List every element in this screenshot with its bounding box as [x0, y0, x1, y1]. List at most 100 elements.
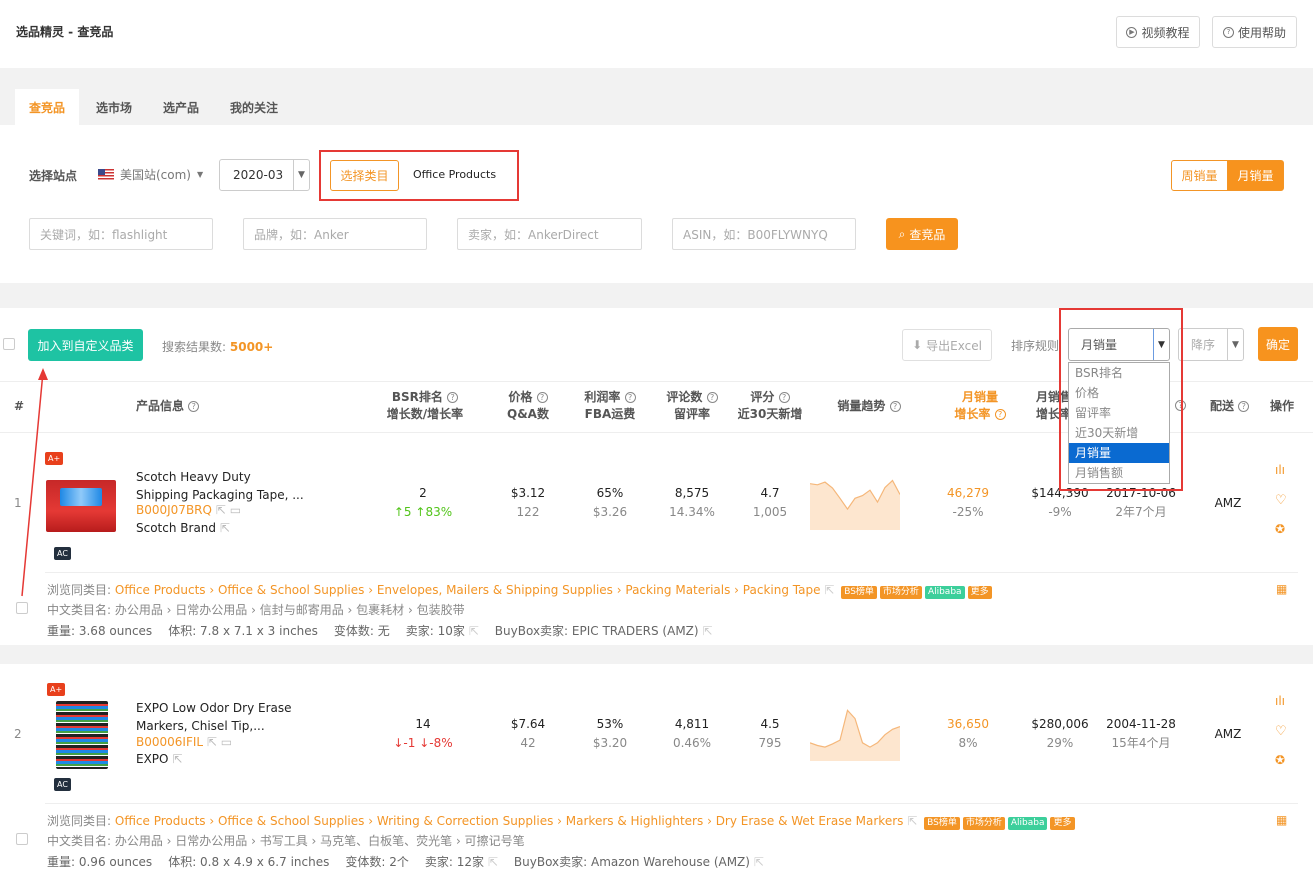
sort-option[interactable]: 月销售额 [1069, 463, 1169, 483]
external-link-icon[interactable]: ⇱ [754, 855, 764, 869]
col-rating: 评分 ? 近30天新增 [737, 390, 803, 421]
col-monthly-sales[interactable]: 月销量 增长率 ? [945, 389, 1015, 423]
tab-market[interactable]: 选市场 [82, 89, 146, 125]
external-link-icon: ⇱ [219, 521, 230, 535]
category-link[interactable]: Writing & Correction Supplies [377, 814, 554, 828]
calculator-icon[interactable]: ▦ [1276, 582, 1287, 596]
sales-trend-chart[interactable] [810, 470, 900, 530]
asin-input[interactable]: ASIN，如：B00FLYWNYQ [672, 218, 856, 250]
page-title: 选品精灵 - 查竞品 [16, 25, 114, 39]
alibaba-tag[interactable]: Alibaba [1007, 817, 1048, 830]
category-link[interactable]: Office Products [115, 814, 206, 828]
category-link[interactable]: Dry Erase & Wet Erase Markers [716, 814, 904, 828]
sort-option[interactable]: 价格 [1069, 383, 1169, 403]
external-link-icon[interactable]: ⇱ [824, 583, 834, 597]
select-all-checkbox[interactable] [3, 338, 15, 350]
sort-option[interactable]: 留评率 [1069, 403, 1169, 423]
chart-bar-icon[interactable]: ılı [1275, 694, 1285, 708]
comment-icon[interactable]: ▭ [230, 503, 241, 517]
margin-cell: 65% $3.26 [592, 486, 628, 519]
listing-date-cell: 2004-11-28 15年4个月 [1106, 717, 1176, 750]
seller-input[interactable]: 卖家，如：AnkerDirect [457, 218, 642, 250]
order-select[interactable]: 降序 ▼ [1178, 328, 1244, 361]
play-icon: ▶ [1126, 26, 1138, 38]
compare-icon[interactable]: ✪ [1275, 753, 1285, 767]
category-link[interactable]: Packing Tape [743, 583, 821, 597]
category-value: Office Products [413, 168, 497, 181]
calculator-icon[interactable]: ▦ [1276, 813, 1287, 827]
keyword-input[interactable]: 关键词，如：flashlight [29, 218, 213, 250]
product-image[interactable] [46, 480, 116, 532]
sort-option-selected[interactable]: 月销量 [1069, 443, 1169, 463]
export-excel-button[interactable]: ⬇ 导出Excel [902, 329, 992, 361]
video-tutorial-button[interactable]: ▶ 视频教程 [1116, 16, 1200, 48]
sort-label: 排序规则 [1011, 339, 1060, 353]
sort-option[interactable]: BSR排名 [1069, 363, 1169, 383]
alibaba-tag[interactable]: Alibaba [924, 586, 965, 599]
row-divider [45, 572, 1298, 573]
asin-link[interactable]: B00006IFIL ⇱ ▭ [136, 735, 232, 749]
tab-competitor[interactable]: 查竞品 [15, 89, 80, 125]
external-link-icon[interactable]: ⇱ [488, 855, 498, 869]
add-to-custom-category-button[interactable]: 加入到自定义品类 [28, 329, 143, 361]
category-link[interactable]: Envelopes, Mailers & Shipping Supplies [377, 583, 613, 597]
compare-icon[interactable]: ✪ [1275, 522, 1285, 536]
external-link-icon[interactable]: ⇱ [216, 503, 226, 517]
category-link[interactable]: Office Products [115, 583, 206, 597]
market-analysis-tag[interactable]: 市场分析 [879, 586, 922, 599]
trend-area [810, 480, 900, 530]
result-count-text: 搜索结果数: 5000+ [162, 340, 274, 354]
col-trend: 销量趋势 ? [830, 398, 908, 415]
tab-product[interactable]: 选产品 [149, 89, 213, 125]
category-link[interactable]: Packing Materials [625, 583, 730, 597]
help-button[interactable]: ? 使用帮助 [1212, 16, 1297, 48]
external-link-icon[interactable]: ⇱ [469, 624, 479, 638]
confirm-button[interactable]: 确定 [1258, 327, 1298, 361]
bsr-cell: 14 ↓-1 ↓-8% [393, 717, 453, 750]
bs-ranking-tag[interactable]: BS榜单 [924, 817, 960, 830]
price-cell: $3.12 122 [510, 486, 546, 519]
us-flag-icon [98, 169, 114, 180]
month-select[interactable]: 2020-03 ▼ [219, 159, 310, 191]
help-icon: ? [1222, 26, 1234, 38]
chevron-down-icon: ▼ [197, 170, 204, 179]
category-link[interactable]: Office & School Supplies [218, 814, 364, 828]
tab-favorites[interactable]: 我的关注 [216, 89, 292, 125]
external-link-icon[interactable]: ⇱ [702, 624, 712, 638]
external-link-icon[interactable]: ⇱ [907, 814, 917, 828]
search-icon: ⌕ [898, 226, 906, 241]
monthly-sales-toggle[interactable]: 月销量 [1227, 160, 1284, 191]
market-analysis-tag[interactable]: 市场分析 [962, 817, 1005, 830]
help-icon: ? [624, 392, 636, 403]
sort-option[interactable]: 近30天新增 [1069, 423, 1169, 443]
brand-link[interactable]: EXPO ⇱ [136, 752, 182, 766]
browse-categories: 浏览同类目: Office Products › Office & School… [47, 581, 992, 599]
row-checkbox[interactable] [16, 833, 28, 845]
product-title[interactable]: EXPO Low Odor Dry Erase Markers, Chisel T… [136, 699, 292, 735]
weekly-sales-toggle[interactable]: 周销量 [1171, 160, 1228, 191]
comment-icon[interactable]: ▭ [221, 735, 232, 749]
heart-icon[interactable]: ♡ [1275, 493, 1287, 508]
bs-ranking-tag[interactable]: BS榜单 [841, 586, 877, 599]
external-link-icon[interactable]: ⇱ [207, 735, 217, 749]
help-icon: ? [706, 392, 718, 403]
category-link[interactable]: Markers & Highlighters [566, 814, 703, 828]
category-link[interactable]: Office & School Supplies [218, 583, 364, 597]
more-tag[interactable]: 更多 [1050, 817, 1075, 830]
brand-link[interactable]: Scotch Brand ⇱ [136, 521, 230, 535]
sort-dropdown-list: BSR排名 价格 留评率 近30天新增 月销量 月销售额 [1068, 362, 1170, 484]
product-title[interactable]: Scotch Heavy Duty Shipping Packaging Tape… [136, 468, 304, 504]
brand-input[interactable]: 品牌，如：Anker [243, 218, 427, 250]
select-category-button[interactable]: 选择类目 [330, 160, 399, 191]
chinese-category: 中文类目名: 办公用品 › 日常办公用品 › 书写工具 › 马克笔、白板笔、荧光… [47, 834, 525, 848]
asin-link[interactable]: B000J07BRQ ⇱ ▭ [136, 503, 241, 517]
product-image[interactable] [56, 701, 108, 769]
chart-bar-icon[interactable]: ılı [1275, 463, 1285, 477]
sales-trend-chart[interactable] [810, 701, 900, 761]
chevron-down-icon: ▼ [1227, 329, 1243, 360]
search-button[interactable]: ⌕ 查竞品 [886, 218, 958, 250]
heart-icon[interactable]: ♡ [1275, 724, 1287, 739]
site-select[interactable]: 美国站(com) ▼ [98, 166, 203, 183]
price-cell: $7.64 42 [510, 717, 546, 750]
more-tag[interactable]: 更多 [967, 586, 992, 599]
